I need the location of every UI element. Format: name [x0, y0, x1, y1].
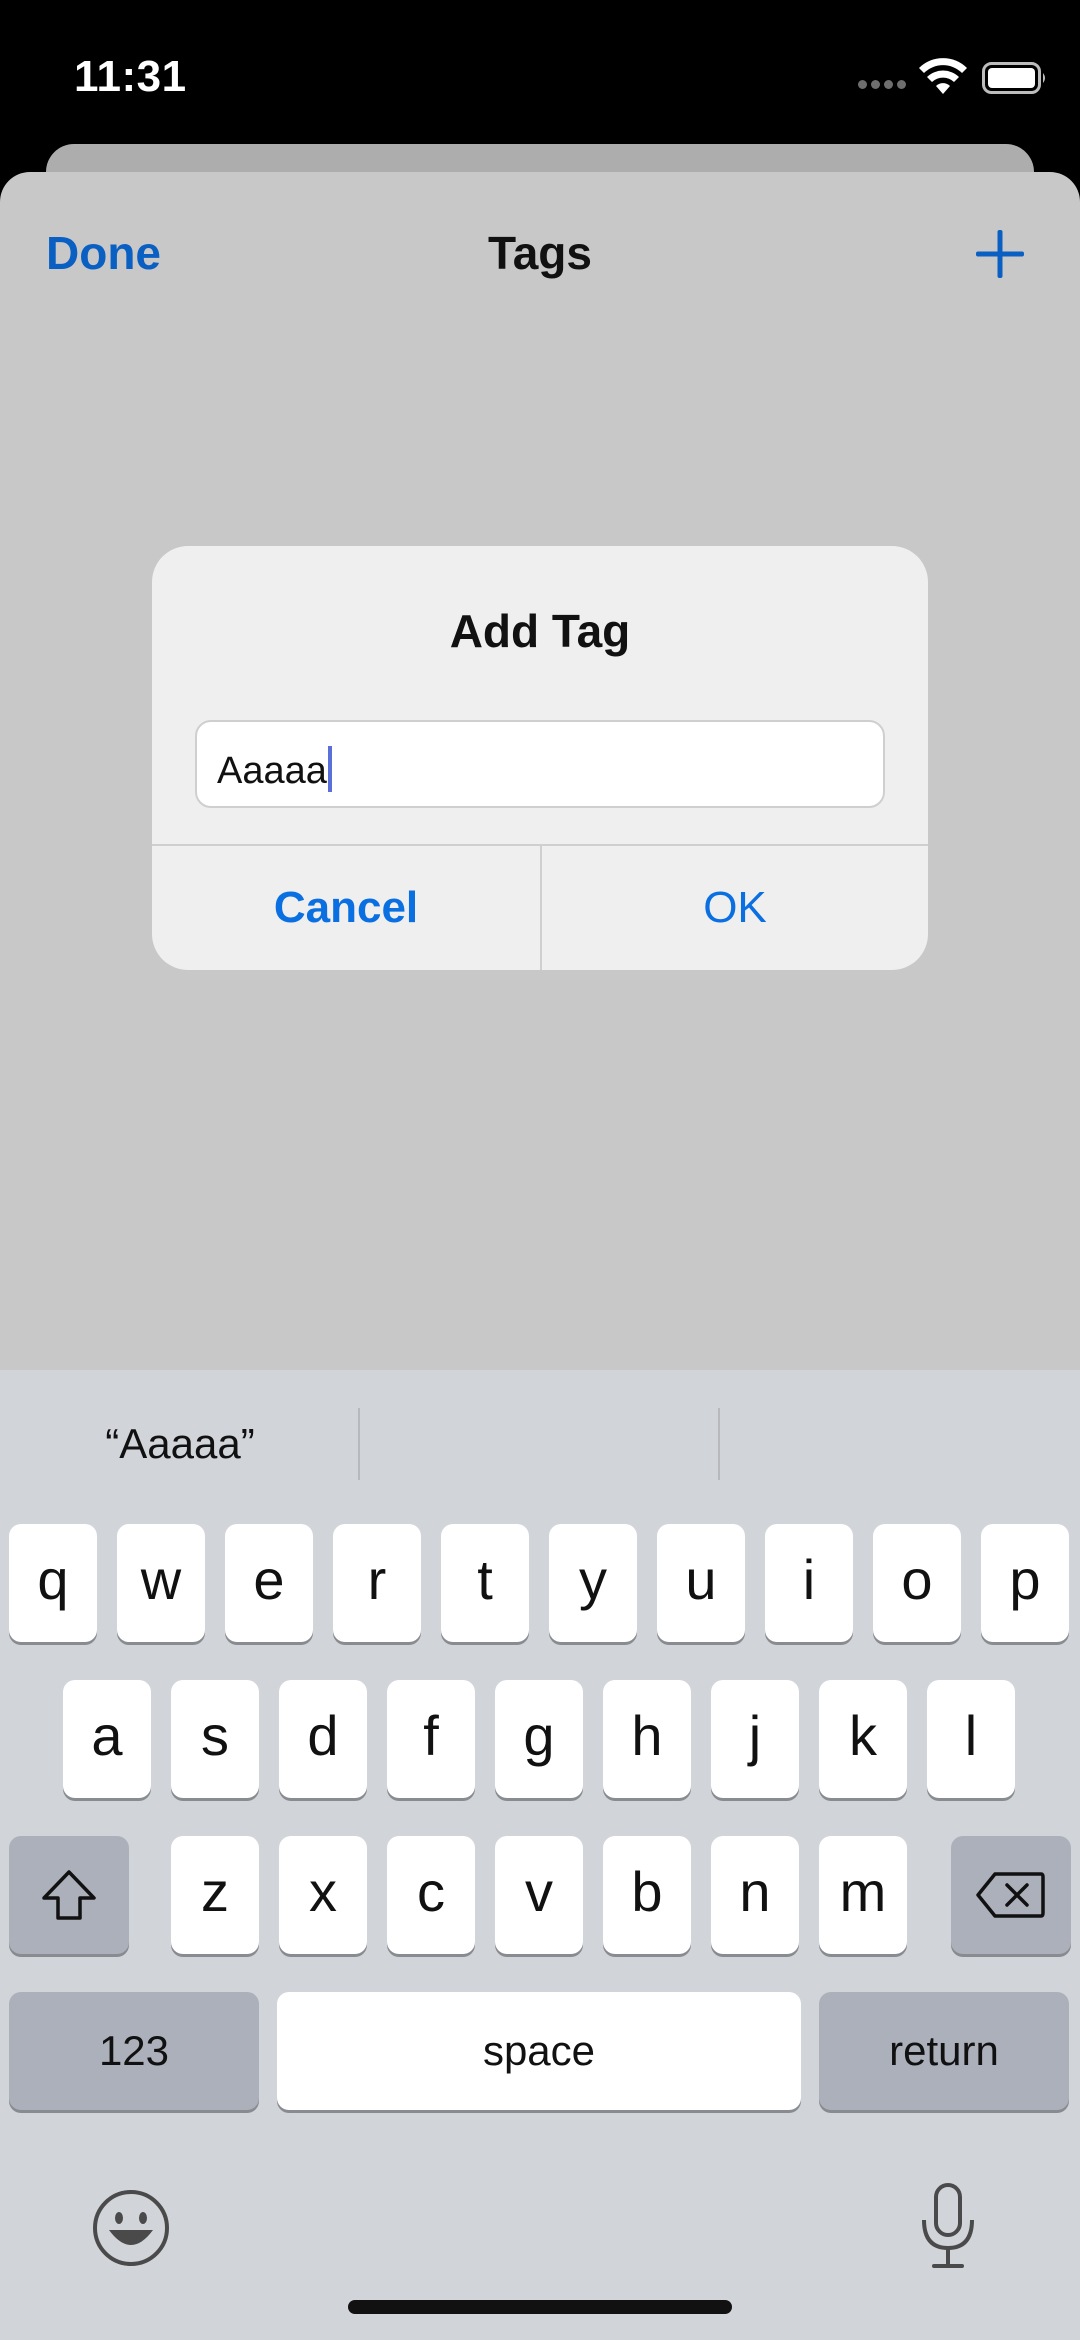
key-label: n: [739, 1859, 771, 1923]
key-label: p: [1009, 1547, 1041, 1611]
key-z[interactable]: z: [171, 1836, 259, 1954]
microphone-icon[interactable]: [918, 2182, 978, 2270]
wifi-icon: [919, 58, 967, 94]
key-label: c: [417, 1859, 445, 1923]
battery-icon: [982, 62, 1045, 94]
key-label: r: [367, 1547, 387, 1611]
text-caret: [327, 746, 332, 792]
tag-name-input[interactable]: Aaaaa: [195, 720, 885, 808]
key-u[interactable]: u: [657, 1524, 745, 1642]
add-tag-button[interactable]: [970, 224, 1030, 284]
key-q[interactable]: q: [9, 1524, 97, 1642]
return-key[interactable]: return: [819, 1992, 1069, 2110]
key-label: d: [307, 1703, 339, 1767]
key-label: s: [201, 1703, 229, 1767]
alert-title: Add Tag: [449, 605, 631, 657]
key-f[interactable]: f: [387, 1680, 475, 1798]
key-n[interactable]: n: [711, 1836, 799, 1954]
key-m[interactable]: m: [819, 1836, 907, 1954]
shift-icon: [42, 1870, 96, 1920]
key-x[interactable]: x: [279, 1836, 367, 1954]
key-v[interactable]: v: [495, 1836, 583, 1954]
suggestion-divider: [358, 1408, 360, 1480]
key-label: m: [839, 1859, 887, 1923]
key-label: v: [525, 1859, 553, 1923]
keyboard: “Aaaaa” q w e r t y u i o p a s d f g h …: [0, 1370, 1080, 2340]
key-l[interactable]: l: [927, 1680, 1015, 1798]
page-title: Tags: [488, 227, 592, 279]
key-label: i: [802, 1547, 816, 1611]
key-label: f: [423, 1703, 439, 1767]
key-label: a: [91, 1703, 123, 1767]
key-p[interactable]: p: [981, 1524, 1069, 1642]
cancel-button[interactable]: Cancel: [152, 846, 540, 970]
tag-name-value: Aaaaa: [217, 746, 332, 793]
key-label: t: [477, 1547, 493, 1611]
delete-icon: [976, 1872, 1045, 1918]
key-d[interactable]: d: [279, 1680, 367, 1798]
key-g[interactable]: g: [495, 1680, 583, 1798]
key-label: h: [631, 1703, 663, 1767]
key-y[interactable]: y: [549, 1524, 637, 1642]
key-label: o: [901, 1547, 933, 1611]
key-k[interactable]: k: [819, 1680, 907, 1798]
add-tag-alert: Add Tag Aaaaa Cancel OK: [152, 546, 928, 970]
key-label: g: [523, 1703, 555, 1767]
key-r[interactable]: r: [333, 1524, 421, 1642]
ok-button[interactable]: OK: [542, 846, 928, 970]
suggestion-1[interactable]: “Aaaaa”: [5, 1420, 355, 1468]
key-b[interactable]: b: [603, 1836, 691, 1954]
key-c[interactable]: c: [387, 1836, 475, 1954]
key-label: b: [631, 1859, 663, 1923]
key-label: return: [889, 2027, 999, 2074]
cellular-signal-icon: [858, 80, 908, 92]
key-label: z: [201, 1859, 229, 1923]
key-label: x: [309, 1859, 337, 1923]
key-label: e: [253, 1547, 285, 1611]
key-label: space: [482, 2027, 596, 2074]
key-label: y: [579, 1547, 607, 1611]
key-label: u: [685, 1547, 717, 1611]
key-i[interactable]: i: [765, 1524, 853, 1642]
suggestion-divider: [718, 1408, 720, 1480]
home-indicator: [348, 2300, 732, 2314]
numbers-key[interactable]: 123: [9, 1992, 259, 2110]
space-key[interactable]: space: [277, 1992, 801, 2110]
key-label: w: [140, 1547, 182, 1611]
key-h[interactable]: h: [603, 1680, 691, 1798]
key-w[interactable]: w: [117, 1524, 205, 1642]
emoji-icon[interactable]: [91, 2188, 171, 2268]
key-t[interactable]: t: [441, 1524, 529, 1642]
key-label: 123: [98, 2027, 170, 2074]
shift-key[interactable]: [9, 1836, 129, 1954]
status-bar: 11:31: [0, 0, 1080, 150]
key-o[interactable]: o: [873, 1524, 961, 1642]
key-a[interactable]: a: [63, 1680, 151, 1798]
key-label: j: [748, 1703, 762, 1767]
key-e[interactable]: e: [225, 1524, 313, 1642]
key-j[interactable]: j: [711, 1680, 799, 1798]
status-time: 11:31: [74, 52, 187, 101]
key-s[interactable]: s: [171, 1680, 259, 1798]
key-label: l: [964, 1703, 978, 1767]
key-label: k: [849, 1703, 877, 1767]
delete-key[interactable]: [951, 1836, 1071, 1954]
key-label: q: [37, 1547, 69, 1611]
